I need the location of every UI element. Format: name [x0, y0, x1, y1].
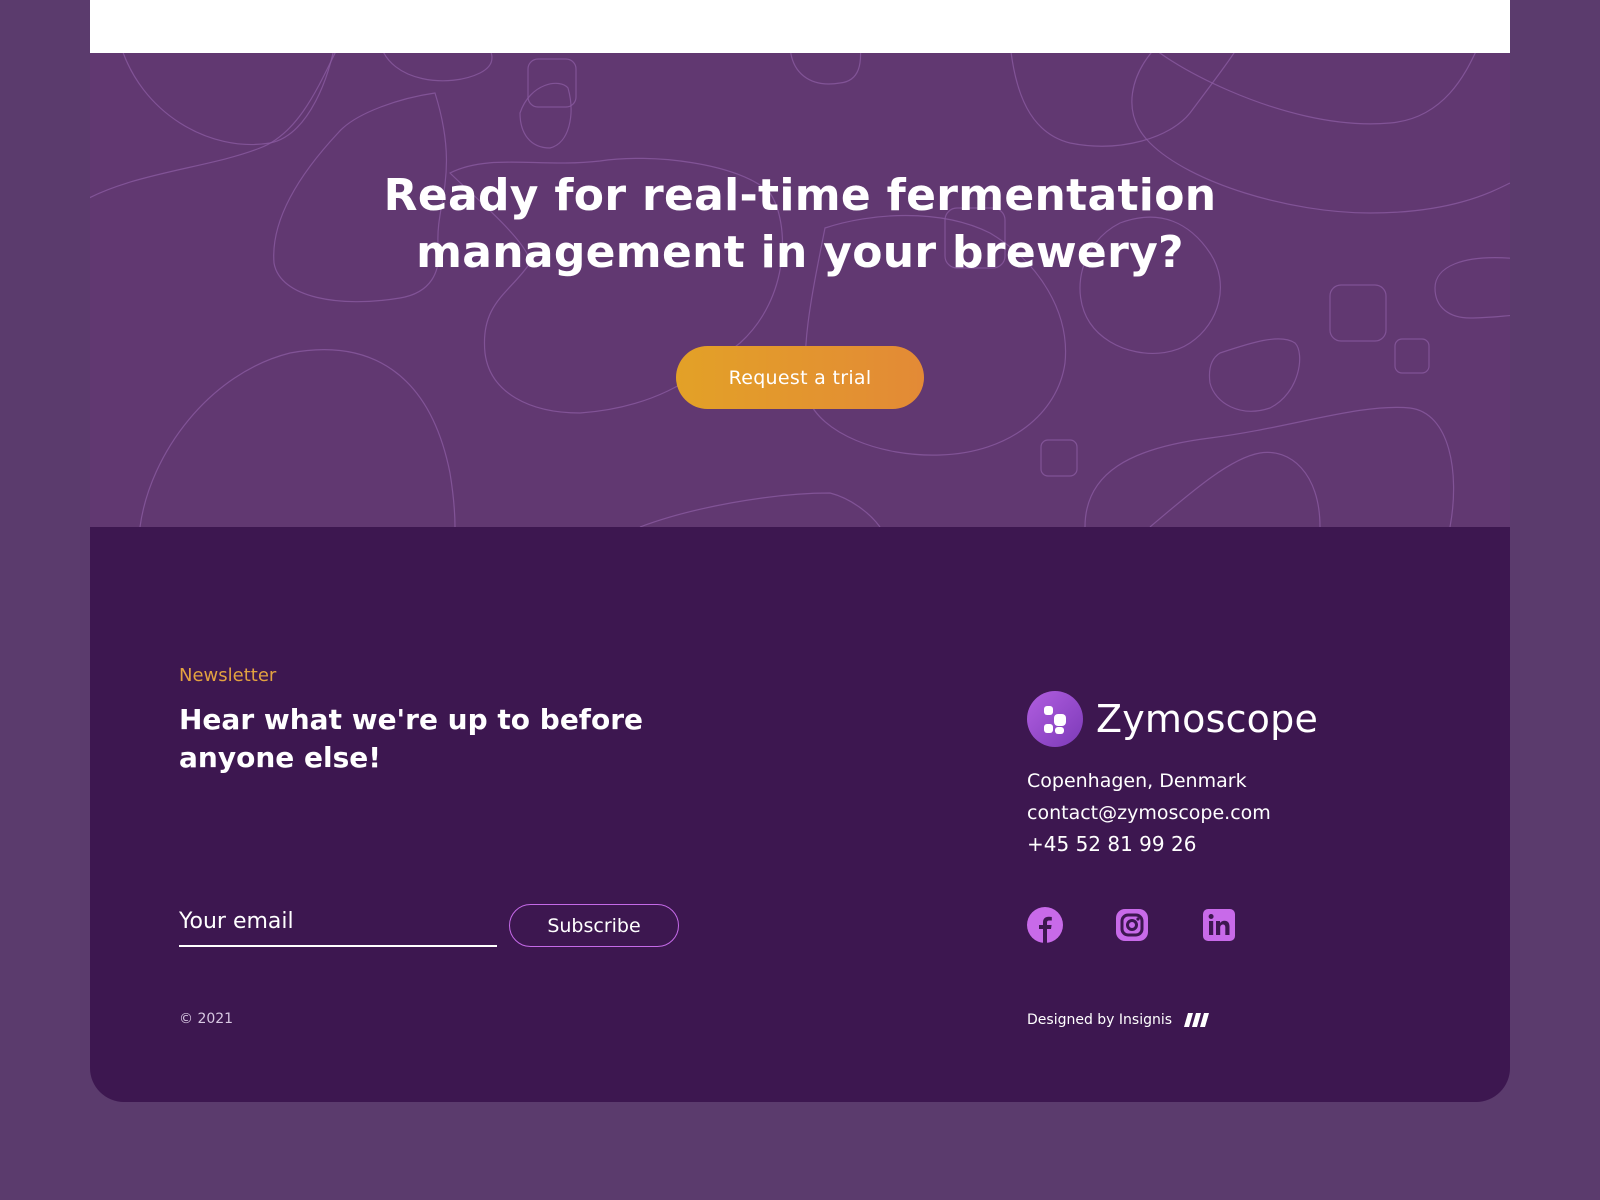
- subscribe-button[interactable]: Subscribe: [509, 904, 679, 947]
- cta-background-pattern: [90, 53, 1510, 527]
- page: Ready for real-time fermentation managem…: [90, 0, 1510, 1102]
- cta-title: Ready for real-time fermentation managem…: [383, 170, 1217, 278]
- contact-city: Copenhagen, Denmark: [1027, 770, 1247, 792]
- copyright-text: © 2021: [179, 1011, 234, 1027]
- newsletter-label: Newsletter: [179, 665, 277, 686]
- facebook-icon[interactable]: [1027, 907, 1063, 943]
- zymoscope-logo-icon: [1027, 691, 1083, 747]
- top-content-area: [90, 0, 1510, 53]
- brand[interactable]: Zymoscope: [1027, 690, 1318, 748]
- designed-by[interactable]: Designed by Insignis: [1027, 1012, 1210, 1028]
- email-field-wrapper: [179, 899, 497, 947]
- brand-name: Zymoscope: [1096, 697, 1319, 741]
- cta-section: Ready for real-time fermentation managem…: [90, 53, 1510, 527]
- insignis-logo-icon: [1184, 1013, 1210, 1027]
- email-input[interactable]: [179, 899, 497, 943]
- newsletter-title: Hear what we're up to before anyone else…: [179, 703, 644, 774]
- linkedin-icon[interactable]: [1201, 907, 1237, 943]
- contact-email[interactable]: contact@zymoscope.com: [1027, 802, 1271, 824]
- contact-phone[interactable]: +45 52 81 99 26: [1027, 832, 1196, 856]
- request-trial-button[interactable]: Request a trial: [676, 346, 924, 409]
- instagram-icon[interactable]: [1114, 907, 1150, 943]
- site-footer: Newsletter Hear what we're up to before …: [90, 527, 1510, 1102]
- designed-by-text: Designed by Insignis: [1027, 1012, 1173, 1028]
